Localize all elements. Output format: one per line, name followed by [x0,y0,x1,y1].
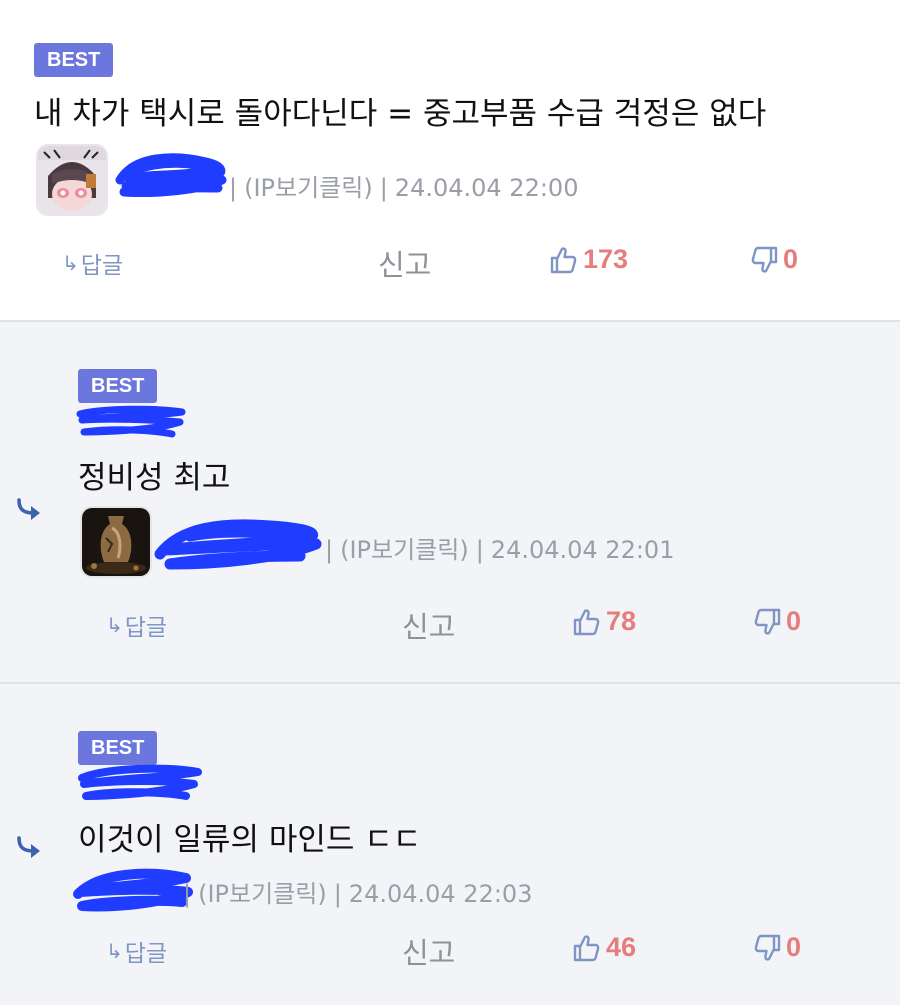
timestamp: 24.04.04 22:03 [348,880,533,908]
report-button[interactable]: 신고 [378,242,431,284]
thumbs-down-icon [751,246,778,273]
comment-3: BEST 이것이 일류의 마인드 ㄷㄷ | (IP보기클릭) | 24.04.04 2… [0,684,900,1005]
redacted-nickname [78,764,202,800]
reply-button[interactable]: ↳ 답글 [62,246,123,280]
reply-arrow-icon: ↳ [106,613,123,637]
thumbs-up-icon [550,246,577,273]
separator: | [333,880,342,908]
separator: | [183,880,192,908]
dislike-count: 0 [786,932,802,962]
reply-indent-arrow-icon [17,498,40,520]
thumbs-down-icon [754,608,781,635]
comment-meta: | (IP보기클릭) | 24.04.04 22:01 [318,530,674,565]
dislike-button[interactable]: 0 [754,932,801,963]
ip-link[interactable]: (IP보기클릭) [244,174,373,202]
timestamp: 24.04.04 22:01 [490,536,675,564]
comment-meta: | (IP보기클릭) | 24.04.04 22:00 [222,168,578,203]
separator: | [475,536,484,564]
reply-label: 답글 [124,615,168,641]
reply-label: 답글 [124,941,168,967]
comment-text: 정비성 최고 [78,460,231,496]
reply-label: 답글 [80,253,124,279]
report-button[interactable]: 신고 [402,604,455,646]
comment-meta: | (IP보기클릭) | 24.04.04 22:03 [176,874,532,909]
like-button[interactable]: 78 [572,606,636,637]
separator: | [229,174,238,202]
dislike-count: 0 [783,244,799,274]
thumbs-up-icon [573,608,600,635]
best-badge: BEST [34,43,114,77]
thumbs-up-icon [573,934,600,961]
comment-actions: ↳ 답글 신고 173 0 [0,242,900,282]
like-button[interactable]: 46 [572,932,636,963]
ip-link[interactable]: (IP보기클릭) [198,880,327,908]
reply-arrow-icon: ↳ [106,939,123,963]
comment-1: BEST 내 차가 택시로 돌아다닌다 = 중고부품 수급 걱정은 없다 | (I… [0,0,900,322]
timestamp: 24.04.04 22:00 [394,174,579,202]
dislike-button[interactable]: 0 [751,244,798,275]
redacted-nickname [154,519,322,570]
reply-button[interactable]: ↳ 답글 [106,934,167,968]
reply-indent-arrow-icon [17,836,40,858]
reply-arrow-icon: ↳ [62,251,79,275]
dislike-count: 0 [786,606,802,636]
separator: | [379,174,388,202]
separator: | [325,536,334,564]
ip-link[interactable]: (IP보기클릭) [340,536,469,564]
report-button[interactable]: 신고 [402,930,455,972]
like-count: 173 [583,244,629,274]
avatar-image [38,146,106,214]
redacted-nickname [115,153,227,197]
avatar[interactable] [38,146,106,214]
like-count: 46 [606,932,637,962]
dislike-button[interactable]: 0 [754,606,801,637]
redacted-nickname [76,405,186,438]
thumbs-down-icon [754,934,781,961]
comment-text: 내 차가 택시로 돌아다닌다 = 중고부품 수급 걱정은 없다 [34,96,767,132]
comment-actions: ↳ 답글 신고 78 0 [0,604,900,644]
avatar-image [82,508,150,576]
like-count: 78 [606,606,637,636]
best-badge: BEST [78,369,158,403]
reply-button[interactable]: ↳ 답글 [106,608,167,642]
best-badge: BEST [78,731,158,765]
like-button[interactable]: 173 [549,244,628,275]
avatar[interactable] [82,508,150,576]
comment-text: 이것이 일류의 마인드 ㄷㄷ [78,822,422,858]
comment-actions: ↳ 답글 신고 46 0 [0,930,900,970]
comment-2: BEST 정비성 최고 | (IP보기클릭) | 24.04.04 22:01 ↳ 답글… [0,322,900,684]
